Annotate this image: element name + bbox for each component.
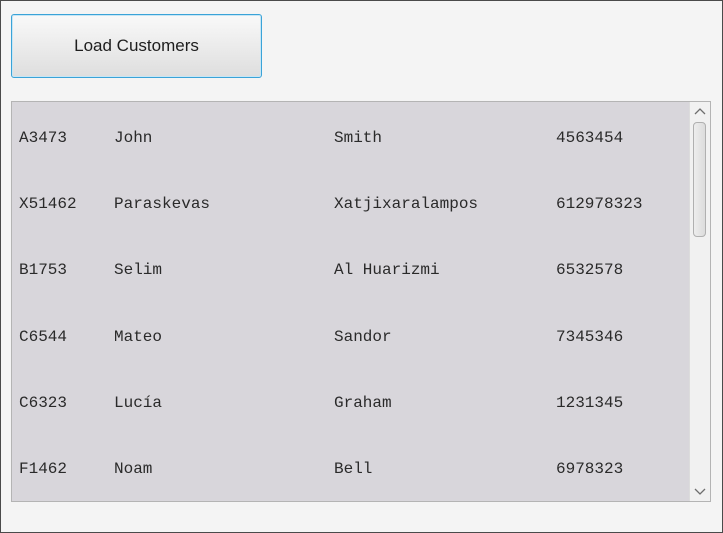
customer-phone: 7345346 bbox=[556, 328, 624, 346]
customer-last-name: Bell bbox=[334, 460, 373, 478]
customer-first-name: Lucía bbox=[114, 394, 163, 412]
list-item[interactable]: X51462 Paraskevas Xatjixaralampos 612978… bbox=[12, 168, 690, 234]
customer-id: B1753 bbox=[19, 261, 68, 279]
customer-id: A3473 bbox=[19, 129, 68, 147]
customer-phone: 6978323 bbox=[556, 460, 624, 478]
list-item[interactable]: F1462 Noam Bell 6978323 bbox=[12, 433, 690, 499]
list-item[interactable]: A3473 John Smith 4563454 bbox=[12, 102, 690, 168]
customer-last-name: Smith bbox=[334, 129, 383, 147]
customer-list[interactable]: A3473 John Smith 4563454 X51462 Paraskev… bbox=[11, 101, 711, 502]
customer-phone: 6532578 bbox=[556, 261, 624, 279]
list-item[interactable]: B1753 Selim Al Huarizmi 6532578 bbox=[12, 234, 690, 300]
customer-last-name: Graham bbox=[334, 394, 392, 412]
customer-first-name: John bbox=[114, 129, 153, 147]
list-item[interactable]: C6544 Mateo Sandor 7345346 bbox=[12, 301, 690, 367]
customer-first-name: Paraskevas bbox=[114, 195, 211, 213]
chevron-up-icon[interactable] bbox=[690, 103, 710, 119]
customer-id: X51462 bbox=[19, 195, 77, 213]
customer-last-name: Xatjixaralampos bbox=[334, 195, 479, 213]
customer-id: C6544 bbox=[19, 328, 68, 346]
customer-last-name: Sandor bbox=[334, 328, 392, 346]
app-window: Load Customers A3473 John Smith 4563454 … bbox=[0, 0, 723, 533]
customer-id: C6323 bbox=[19, 394, 68, 412]
list-item[interactable]: C6323 Lucía Graham 1231345 bbox=[12, 367, 690, 433]
customer-last-name: Al Huarizmi bbox=[334, 261, 440, 279]
customer-phone: 1231345 bbox=[556, 394, 624, 412]
vertical-scrollbar[interactable] bbox=[689, 102, 710, 501]
customer-first-name: Selim bbox=[114, 261, 163, 279]
customer-phone: 612978323 bbox=[556, 195, 643, 213]
chevron-down-icon[interactable] bbox=[690, 484, 710, 500]
customer-id: F1462 bbox=[19, 460, 68, 478]
customer-first-name: Mateo bbox=[114, 328, 163, 346]
customer-list-rows: A3473 John Smith 4563454 X51462 Paraskev… bbox=[12, 102, 690, 501]
customer-phone: 4563454 bbox=[556, 129, 624, 147]
scrollbar-thumb[interactable] bbox=[693, 122, 706, 237]
load-customers-button[interactable]: Load Customers bbox=[11, 14, 262, 78]
customer-first-name: Noam bbox=[114, 460, 153, 478]
